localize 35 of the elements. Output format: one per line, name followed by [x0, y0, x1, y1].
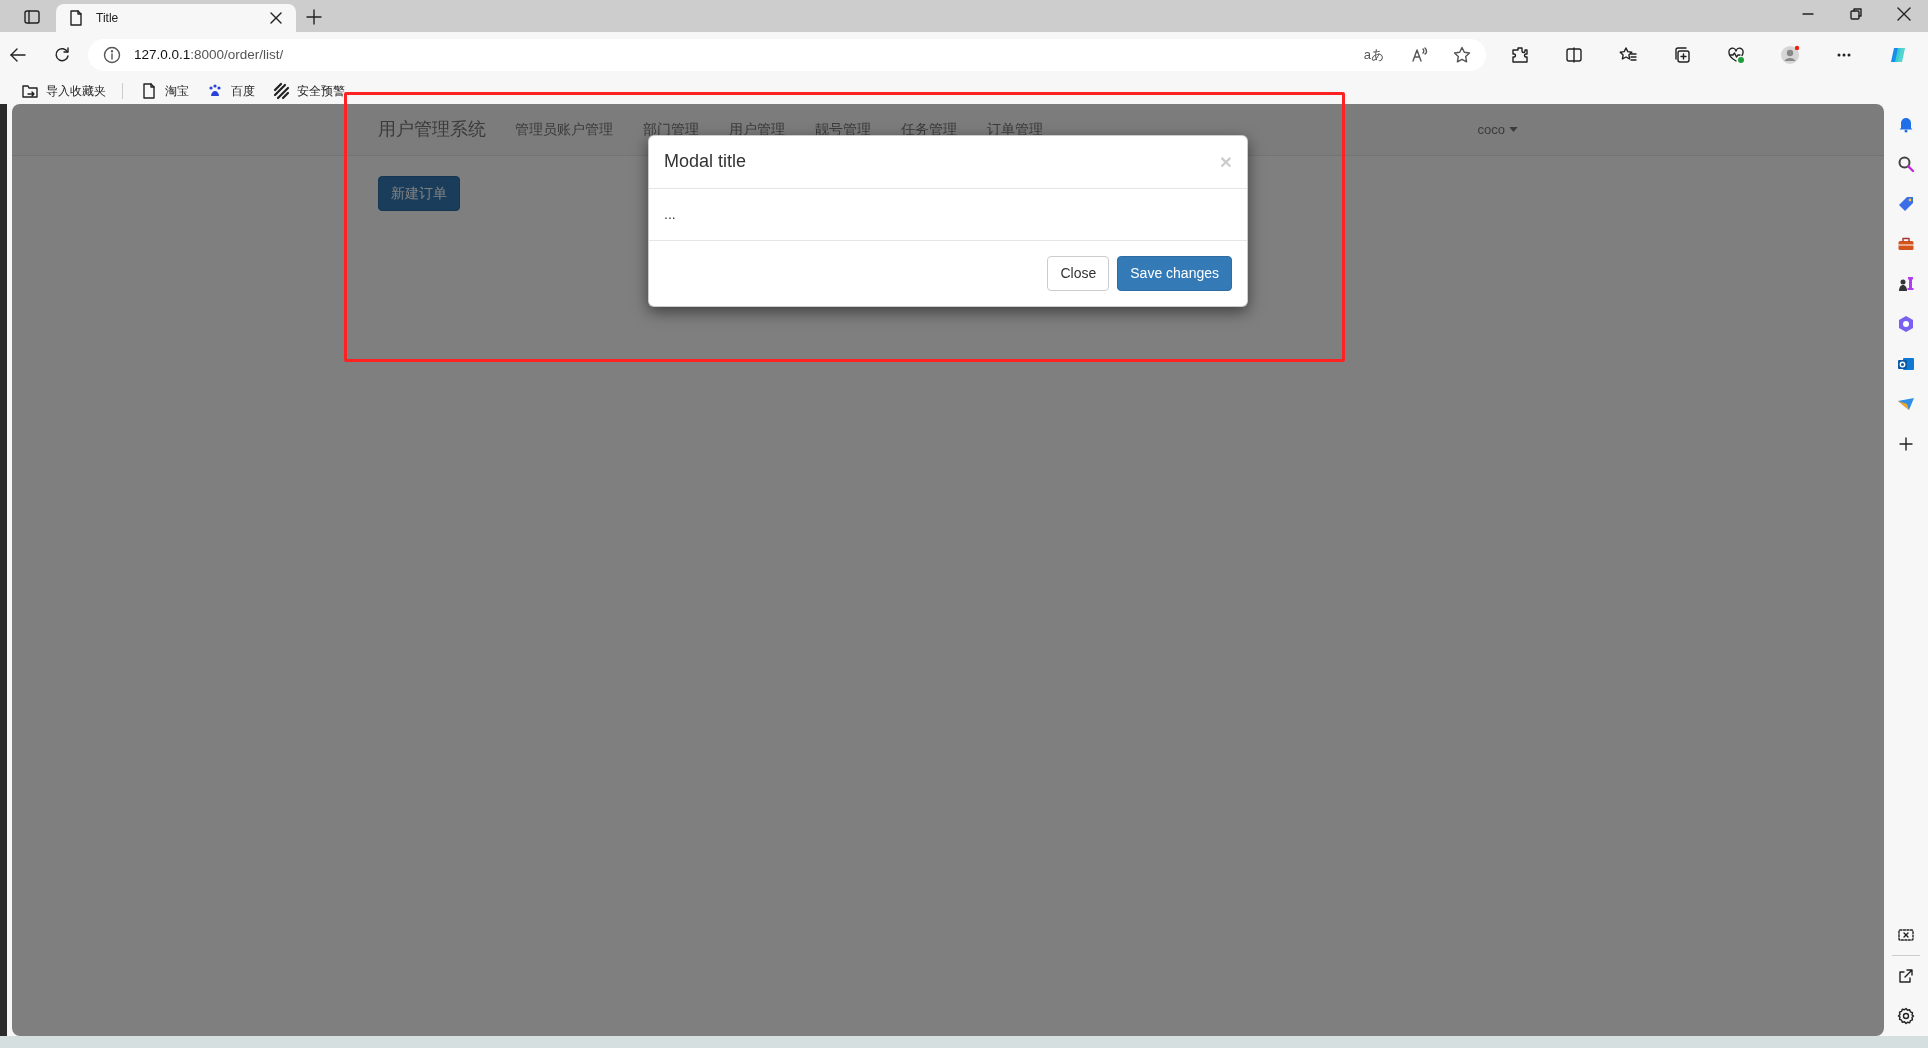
bookmark-link[interactable]: 百度 — [205, 81, 255, 101]
office-icon[interactable] — [1896, 314, 1916, 334]
settings-icon[interactable] — [1896, 1006, 1916, 1026]
search-icon[interactable] — [1896, 154, 1916, 174]
new-order-button[interactable]: 新建订单 — [378, 176, 460, 211]
avatar-icon[interactable] — [1780, 45, 1800, 65]
external-link-icon[interactable] — [1896, 966, 1916, 986]
star-icon[interactable] — [1452, 45, 1472, 65]
brand-link[interactable]: 用户管理系统 — [378, 116, 486, 143]
modal-body-text: ... — [664, 205, 676, 222]
user-menu[interactable]: coco — [1477, 119, 1518, 140]
copilot-icon[interactable] — [1888, 45, 1908, 65]
info-icon[interactable] — [102, 45, 122, 65]
address-bar[interactable]: 127.0.0.1:8000/order/list/ aあ — [88, 39, 1486, 71]
save-button[interactable]: Save changes — [1117, 255, 1232, 291]
browser-tab[interactable]: Title — [56, 4, 296, 32]
add-icon[interactable] — [1896, 434, 1916, 454]
extension-icon[interactable] — [1510, 45, 1530, 65]
close-button[interactable]: Close — [1047, 255, 1110, 291]
collections-icon[interactable] — [1672, 45, 1692, 65]
translate-icon[interactable]: aあ — [1363, 45, 1384, 65]
bookmark-link[interactable]: 淘宝 — [139, 81, 189, 101]
url-text: 127.0.0.1:8000/order/list/ — [134, 45, 284, 64]
nav-link[interactable]: 管理员账户管理 — [500, 119, 628, 140]
modal-title: Modal title — [664, 151, 747, 173]
split-screen-icon[interactable] — [1564, 45, 1584, 65]
bookmark-link[interactable]: 安全预警 — [271, 81, 345, 101]
new-tab-icon[interactable] — [304, 7, 324, 27]
chess-icon[interactable] — [1896, 274, 1916, 294]
stripes-icon — [271, 81, 291, 101]
sidebar-toggle-icon[interactable] — [22, 7, 42, 27]
heart-pulse-icon[interactable] — [1726, 45, 1746, 65]
caret-icon — [1509, 127, 1518, 132]
close-button[interactable]: × — [1219, 151, 1232, 173]
bookmark-link[interactable]: 导入收藏夹 — [20, 81, 106, 101]
